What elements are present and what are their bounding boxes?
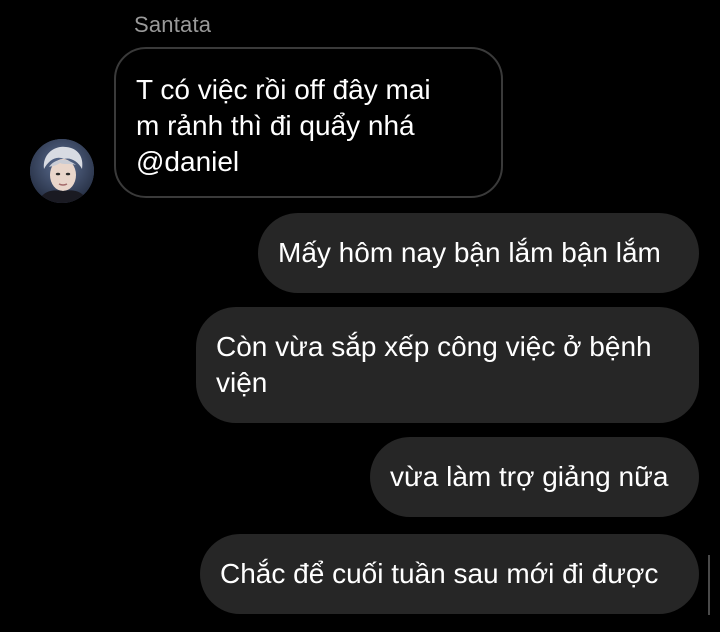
user-avatar-photo-icon	[30, 139, 94, 203]
message-text-line: viện	[216, 367, 268, 398]
message-text-line: vừa làm trợ giảng nữa	[390, 461, 669, 492]
outgoing-message-bubble[interactable]: Còn vừa sắp xếp công việc ở bệnh viện	[196, 307, 699, 423]
sender-name: Santata	[134, 12, 212, 37]
message-text-line: Chắc để cuối tuần sau mới đi được	[220, 558, 659, 589]
message-text-line: Còn vừa sắp xếp công việc ở bệnh	[216, 331, 652, 362]
message-text-line: m rảnh thì đi quẩy nhá	[136, 110, 415, 141]
outgoing-message-bubble[interactable]: Chắc để cuối tuần sau mới đi được	[200, 534, 699, 614]
outgoing-message-bubble[interactable]: vừa làm trợ giảng nữa	[370, 437, 699, 517]
message-text-line: T có việc rồi off đây mai	[136, 74, 431, 105]
incoming-message-bubble[interactable]: T có việc rồi off đây mai m rảnh thì đi …	[114, 47, 503, 198]
avatar[interactable]	[30, 139, 94, 203]
scrollbar[interactable]	[708, 555, 710, 615]
outgoing-message-bubble[interactable]: Mấy hôm nay bận lắm bận lắm	[258, 213, 699, 293]
message-text-line: Mấy hôm nay bận lắm bận lắm	[278, 237, 661, 268]
message-mention[interactable]: @daniel	[136, 144, 481, 180]
